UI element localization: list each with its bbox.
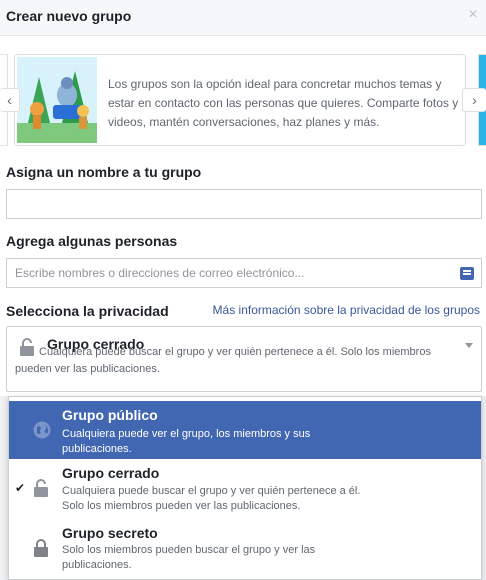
privacy-label: Selecciona la privacidad bbox=[6, 303, 169, 319]
intro-text: Los grupos son la opción ideal para conc… bbox=[108, 77, 459, 129]
group-name-input[interactable] bbox=[6, 189, 482, 219]
privacy-dropdown-menu: Grupo público Cualquiera puede ver el gr… bbox=[8, 396, 482, 580]
privacy-option-closed[interactable]: ✔ Grupo cerrado Cualquiera puede buscar … bbox=[9, 461, 481, 517]
add-people-input[interactable] bbox=[6, 258, 482, 288]
privacy-option-secret[interactable]: Grupo secreto Solo los miembros pueden b… bbox=[9, 521, 481, 577]
carousel-prev-button[interactable]: ‹ bbox=[0, 88, 20, 112]
contacts-icon[interactable] bbox=[460, 267, 474, 280]
option-description: Cualquiera puede ver el grupo, los miemb… bbox=[62, 428, 311, 455]
lock-icon bbox=[33, 538, 49, 558]
dialog-title: Crear nuevo grupo bbox=[6, 8, 132, 24]
option-description: Solo los miembros pueden buscar el grupo… bbox=[62, 544, 316, 571]
option-title: Grupo público bbox=[62, 407, 158, 423]
intro-card: Los grupos son la opción ideal para conc… bbox=[14, 54, 466, 146]
carousel-next-button[interactable]: › bbox=[462, 88, 486, 112]
privacy-selected-description: Cualquiera puede buscar el grupo y ver q… bbox=[15, 346, 431, 375]
globe-icon bbox=[33, 421, 51, 444]
lock-icon bbox=[33, 478, 49, 498]
privacy-select[interactable]: Grupo cerrado Cualquiera puede buscar el… bbox=[6, 326, 482, 392]
group-name-label: Asigna un nombre a tu grupo bbox=[6, 164, 202, 180]
dialog-header: Crear nuevo grupo × bbox=[0, 0, 486, 36]
group-illustration bbox=[17, 57, 97, 143]
add-people-label: Agrega algunas personas bbox=[6, 233, 178, 249]
option-description: Cualquiera puede buscar el grupo y ver q… bbox=[62, 485, 361, 512]
privacy-option-public[interactable]: Grupo público Cualquiera puede ver el gr… bbox=[9, 401, 481, 459]
checkmark-icon: ✔ bbox=[15, 481, 26, 495]
close-icon[interactable]: × bbox=[466, 7, 480, 23]
privacy-info-link[interactable]: Más información sobre la privacidad de l… bbox=[213, 303, 480, 317]
option-title: Grupo cerrado bbox=[62, 465, 160, 481]
chevron-down-icon bbox=[465, 343, 473, 348]
groups-intro-carousel: Los grupos son la opción ideal para conc… bbox=[0, 52, 486, 148]
option-title: Grupo secreto bbox=[62, 525, 158, 541]
